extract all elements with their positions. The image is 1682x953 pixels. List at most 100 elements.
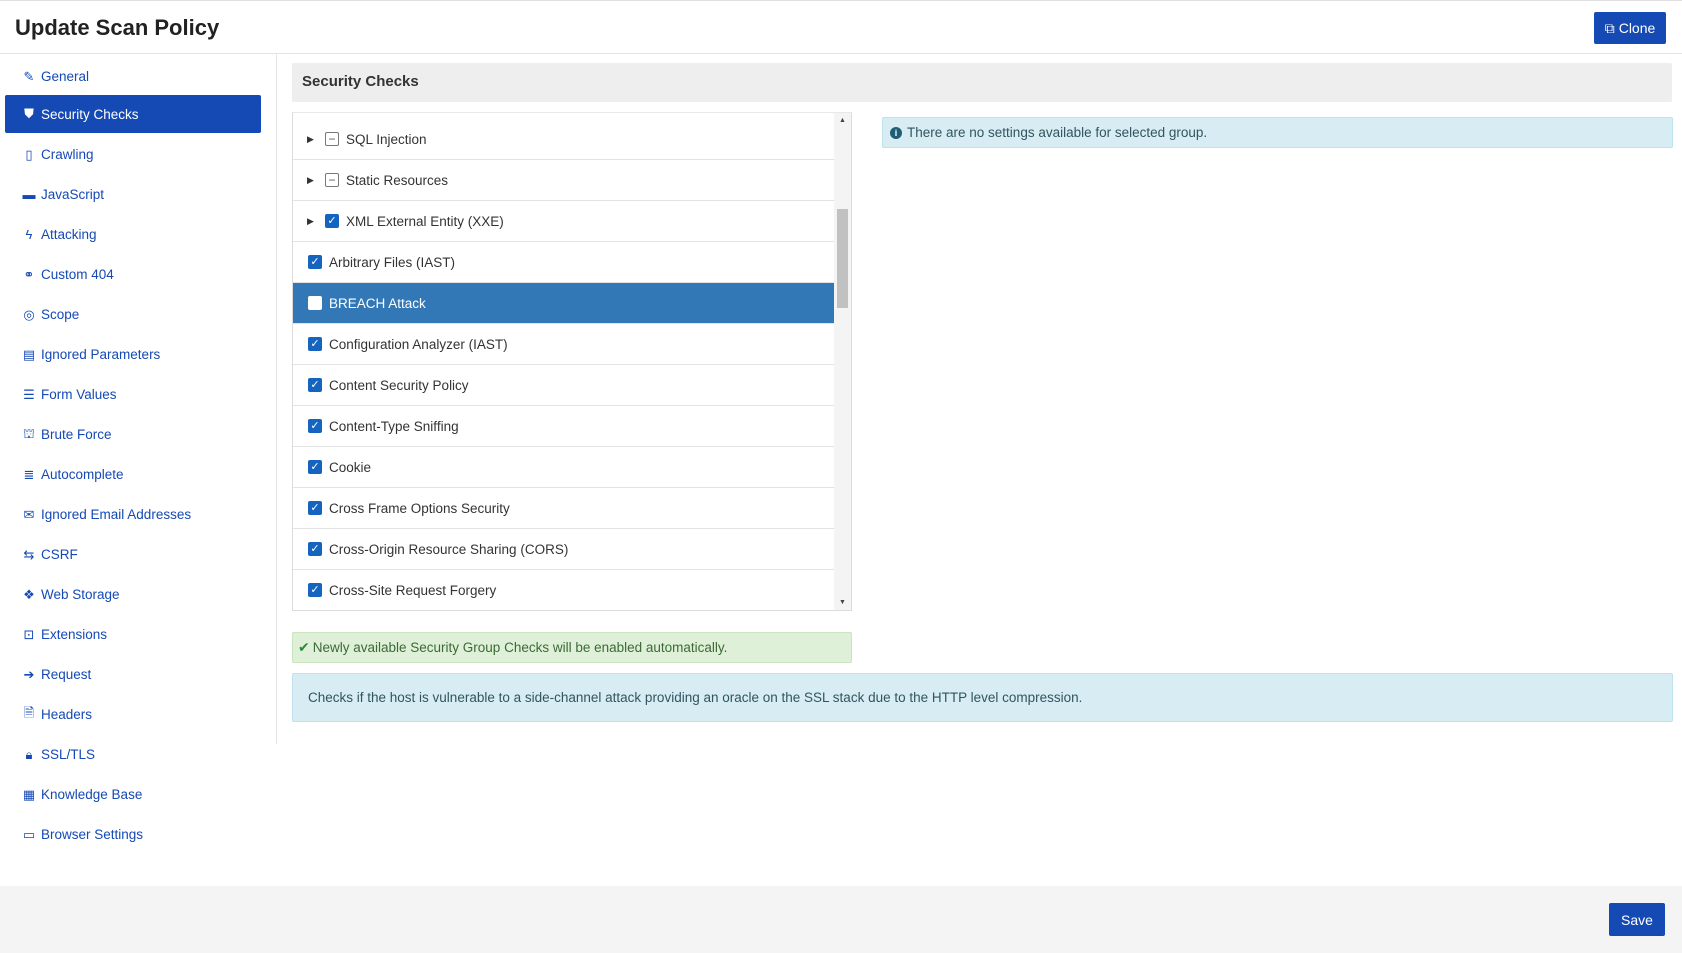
partial-checkbox[interactable]: − [325,132,339,146]
sidebar-item-security-checks[interactable]: ⛊ Security Checks [5,95,261,133]
arrow-right-icon: ➔ [23,666,35,682]
tree-row-content-security-policy[interactable]: ✓ Content Security Policy [293,365,835,406]
checked-checkbox[interactable]: ✓ [308,501,322,515]
tree-row-cors[interactable]: ✓ Cross-Origin Resource Sharing (CORS) [293,529,835,570]
sidebar-item-attacking[interactable]: ϟ Attacking [5,215,261,254]
envelope-icon: ✉ [23,506,35,522]
sidebar-item-label: Extensions [41,627,108,642]
shield-icon: ⛊ [24,106,34,121]
sidebar-item-crawling[interactable]: ▯ Crawling [5,135,261,174]
success-message: Newly available Security Group Checks wi… [312,640,728,655]
sidebar-item-label: Headers [41,707,93,722]
row-label: Cross Frame Options Security [329,500,510,516]
sidebar-item-label: CSRF [41,547,78,562]
expand-caret-icon[interactable]: ▶ [307,134,325,145]
sidebar-item-label: Autocomplete [41,467,124,482]
sidebar-item-label: Security Checks [41,106,139,122]
checked-checkbox[interactable]: ✓ [308,583,322,597]
sidebar-item-csrf[interactable]: ⇆ CSRF [5,535,261,574]
checked-checkbox[interactable]: ✓ [308,542,322,556]
info-alert: i There are no settings available for se… [882,117,1673,148]
sidebar-item-ssl-tls[interactable]: 🔒︎ SSL/TLS [5,735,261,774]
sidebar-item-label: General [41,69,90,84]
top-bar: Update Scan Policy ⧉ Clone [0,0,1682,54]
sidebar-item-brute-force[interactable]: ⛫ Brute Force [5,415,261,454]
tree-row-arbitrary-files[interactable]: ✓ Arbitrary Files (IAST) [293,242,835,283]
clone-label: Clone [1618,20,1656,36]
sidebar-item-knowledge-base[interactable]: ▦ Knowledge Base [5,775,261,814]
row-label: Static Resources [346,172,449,188]
expand-caret-icon[interactable]: ▶ [307,216,325,227]
description-text: Checks if the host is vulnerable to a si… [308,690,1083,705]
sidebar-item-ignored-parameters[interactable]: ▤ Ignored Parameters [5,335,261,374]
page-title: Update Scan Policy [15,15,220,40]
tree-scrollbar[interactable]: ▲ ▼ [834,113,851,610]
print-icon: ▬ [22,187,36,202]
checked-checkbox[interactable]: ✓ [308,255,322,269]
sidebar-item-label: Brute Force [41,427,112,442]
tree-row-configuration-analyzer[interactable]: ✓ Configuration Analyzer (IAST) [293,324,835,365]
sidebar-lower: 🔒︎ SSL/TLS ▦ Knowledge Base ▭ Browser Setti… [0,735,277,885]
checked-checkbox[interactable]: ✓ [325,214,339,228]
description-panel: Checks if the host is vulnerable to a si… [292,673,1673,722]
cubes-icon: ❖ [23,586,35,602]
sidebar-item-extensions[interactable]: ⊡ Extensions [5,615,261,654]
row-label: BREACH Attack [329,295,426,311]
sidebar-item-autocomplete[interactable]: ≣ Autocomplete [5,455,261,494]
sidebar-item-label: Crawling [41,147,94,162]
sidebar-item-label: Ignored Parameters [41,347,161,362]
tree-row-cross-frame-options[interactable]: ✓ Cross Frame Options Security [293,488,835,529]
checked-checkbox[interactable]: ✓ [308,378,322,392]
unchecked-checkbox[interactable] [308,296,322,310]
save-button[interactable]: Save [1609,903,1665,936]
sidebar-item-label: JavaScript [41,187,105,202]
sidebar-item-browser-settings[interactable]: ▭ Browser Settings [5,815,261,854]
sidebar-item-label: Scope [41,307,80,322]
info-message: There are no settings available for sele… [907,125,1208,140]
sidebar-item-javascript[interactable]: ▬ JavaScript [5,175,261,214]
edit-icon: ✎ [23,68,35,84]
list-lines-icon: ≣ [23,466,35,482]
sidebar-item-web-storage[interactable]: ❖ Web Storage [5,575,261,614]
sidebar-item-label: SSL/TLS [41,747,96,762]
row-label: Content Security Policy [329,377,469,393]
row-label: Arbitrary Files (IAST) [329,254,456,270]
clone-button[interactable]: ⧉ Clone [1594,12,1666,44]
scroll-thumb[interactable] [837,209,848,308]
scroll-up-icon[interactable]: ▲ [834,113,851,128]
checked-checkbox[interactable]: ✓ [308,337,322,351]
sidebar-item-request[interactable]: ➔ Request [5,655,261,694]
scroll-down-icon[interactable]: ▼ [834,595,851,610]
table-icon: ▤ [22,346,36,362]
partial-checkbox[interactable]: − [325,173,339,187]
sidebar-item-general[interactable]: ✎ General [5,57,261,96]
checked-checkbox[interactable]: ✓ [308,460,322,474]
tree-row-static-resources[interactable]: ▶ − Static Resources [293,160,835,201]
security-checks-tree: ▶ − SQL Injection ▶ − Static Resources ▶… [292,112,852,611]
tree-row-breach-attack[interactable]: BREACH Attack [293,283,835,324]
tree-row-xxe[interactable]: ▶ ✓ XML External Entity (XXE) [293,201,835,242]
tree-row-content-type-sniffing[interactable]: ✓ Content-Type Sniffing [293,406,835,447]
sidebar-item-label: Ignored Email Addresses [41,507,192,522]
sidebar-item-ignored-email-addresses[interactable]: ✉ Ignored Email Addresses [5,495,261,534]
row-label: Cross-Origin Resource Sharing (CORS) [329,541,569,557]
success-alert: ✔ Newly available Security Group Checks … [292,632,852,663]
sidebar-item-scope[interactable]: ◎ Scope [5,295,261,334]
sidebar-item-label: Form Values [41,387,117,402]
checkmark-icon: ✔ [298,639,310,655]
sidebar-item-form-values[interactable]: ☰ Form Values [5,375,261,414]
tree-row-csrf-check[interactable]: ✓ Cross-Site Request Forgery [293,570,835,610]
row-label: XML External Entity (XXE) [346,213,504,229]
sidebar-item-custom-404[interactable]: ⚭ Custom 404 [5,255,261,294]
tree-row-sql-injection[interactable]: ▶ − SQL Injection [293,119,835,160]
row-label: Content-Type Sniffing [329,418,459,434]
sidebar-item-headers[interactable]: 🗎 Headers [5,695,261,734]
footer-bar [0,886,1682,953]
expand-caret-icon[interactable]: ▶ [307,175,325,186]
crosshair-icon: ◎ [23,306,35,322]
tree-row-cookie[interactable]: ✓ Cookie [293,447,835,488]
row-label: Configuration Analyzer (IAST) [329,336,508,352]
sidebar-item-label: Custom 404 [41,267,114,282]
checked-checkbox[interactable]: ✓ [308,419,322,433]
lock-icon: ⛫ [23,425,35,441]
